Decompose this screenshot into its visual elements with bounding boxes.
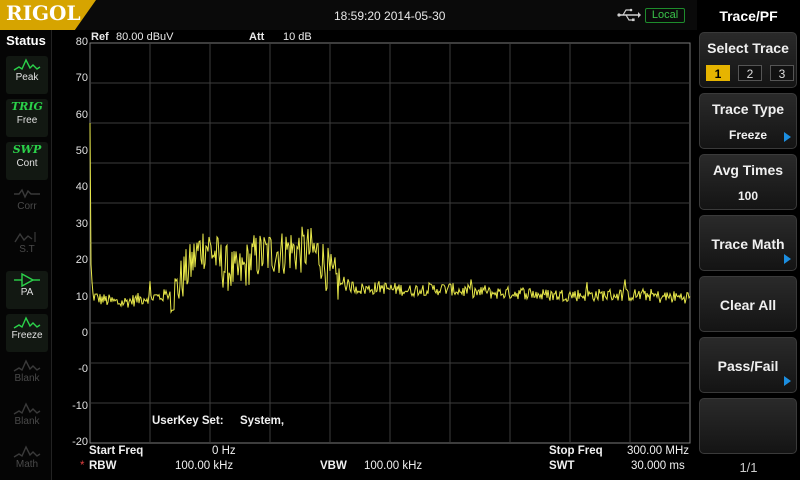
ref-value: 80.00 dBuV [116, 31, 174, 43]
status-corr-label: Corr [17, 201, 37, 212]
ref-label: Ref [91, 31, 109, 43]
pass-fail-label: Pass/Fail [717, 358, 779, 374]
status-panel: Status Peak TRIG Free SWP Cont Corr S.T [0, 30, 52, 480]
status-corr[interactable]: Corr [6, 185, 48, 223]
y-tick-label: 40 [75, 181, 88, 194]
avg-times-value: 100 [737, 189, 759, 203]
swt-label: SWT [549, 460, 575, 472]
clear-all-label: Clear All [719, 297, 777, 313]
status-pa[interactable]: PA [6, 271, 48, 309]
page-indicator: 1/1 [739, 460, 758, 475]
usb-icon [617, 8, 641, 22]
rbw-value[interactable]: 100.00 kHz [175, 460, 233, 472]
userkey-value: System, [240, 415, 285, 427]
trace-type-label: Trace Type [711, 101, 785, 117]
local-status-badge[interactable]: Local [645, 8, 685, 23]
att-value: 10 dB [283, 31, 312, 43]
trace-math-label: Trace Math [711, 236, 785, 252]
status-math[interactable]: Math [6, 443, 48, 480]
stop-freq-value[interactable]: 300.00 MHz [627, 445, 689, 457]
y-tick-label: 10 [75, 290, 88, 303]
status-swp[interactable]: SWP Cont [6, 142, 48, 180]
clear-all-button[interactable]: Clear All [699, 276, 797, 332]
status-blank-1-label: Blank [14, 373, 40, 384]
status-blank-2[interactable]: Blank [6, 400, 48, 438]
status-freeze-label: Freeze [11, 330, 43, 341]
status-swp-top: SWP [12, 143, 42, 156]
status-blank-2-label: Blank [14, 416, 40, 427]
peak-icon [13, 58, 41, 71]
softkey-menu: Trace/PF Select Trace 1 2 3 Trace Type F… [697, 0, 800, 480]
pass-fail-button[interactable]: Pass/Fail [699, 337, 797, 393]
spectrum-plot [89, 42, 691, 444]
trace-type-button[interactable]: Trace Type Freeze [699, 93, 797, 149]
corr-icon [14, 188, 40, 199]
menu-title: Trace/PF [719, 8, 778, 24]
submenu-arrow-icon [784, 132, 791, 142]
brand-logo-text: RIGOL [6, 1, 81, 25]
submenu-arrow-icon [784, 376, 791, 386]
math-icon [13, 445, 41, 458]
spectrum-display: Ref 80.00 dBuV Att 10 dB 80 70 60 50 40 30 20 1… [52, 30, 697, 480]
avg-times-label: Avg Times [712, 162, 784, 178]
st-icon [14, 232, 36, 243]
brand-logo: RIGOL [0, 0, 96, 30]
trace-type-value: Freeze [728, 128, 768, 142]
status-peak-label: Peak [15, 72, 39, 83]
start-freq-value[interactable]: 0 Hz [212, 445, 236, 457]
status-pa-label: PA [20, 287, 34, 298]
status-trig-label: Free [16, 115, 38, 126]
status-st[interactable]: S.T [6, 228, 48, 266]
trace-3-option[interactable]: 3 [770, 65, 794, 81]
userkey-label: UserKey Set: [152, 415, 224, 427]
status-trig[interactable]: TRIG Free [6, 99, 48, 137]
y-tick-label: 50 [75, 145, 88, 158]
trace-1-option[interactable]: 1 [706, 65, 730, 81]
y-tick-label: 70 [75, 72, 88, 85]
vbw-label: VBW [320, 460, 347, 472]
rbw-marker: * [80, 460, 85, 472]
rbw-label: RBW [89, 460, 117, 472]
swt-value[interactable]: 30.000 ms [631, 460, 685, 472]
vbw-value[interactable]: 100.00 kHz [364, 460, 422, 472]
empty-softkey[interactable] [699, 398, 797, 454]
trace-math-button[interactable]: Trace Math [699, 215, 797, 271]
status-freeze[interactable]: Freeze [6, 314, 48, 352]
y-tick-label: 0 [81, 326, 88, 339]
y-tick-label: -0 [78, 363, 88, 376]
y-tick-label: -20 [72, 436, 88, 448]
avg-times-button[interactable]: Avg Times 100 [699, 154, 797, 210]
status-blank-1[interactable]: Blank [6, 357, 48, 395]
blank-icon [13, 359, 41, 372]
select-trace-label: Select Trace [707, 40, 789, 56]
status-title: Status [6, 33, 46, 48]
select-trace-button[interactable]: Select Trace 1 2 3 [699, 32, 797, 88]
status-st-label: S.T [19, 244, 35, 255]
blank-icon [13, 402, 41, 415]
y-tick-label: 60 [75, 108, 88, 121]
pa-icon [14, 273, 40, 287]
trace-2-option[interactable]: 2 [738, 65, 762, 81]
submenu-arrow-icon [784, 254, 791, 264]
start-freq-label: Start Freq [89, 445, 144, 457]
y-tick-label: 80 [75, 36, 88, 48]
status-swp-label: Cont [16, 158, 38, 169]
status-math-label: Math [15, 459, 39, 470]
att-label: Att [249, 31, 265, 43]
freeze-icon [13, 316, 41, 329]
y-tick-label: -10 [72, 399, 88, 412]
datetime: 18:59:20 2014-05-30 [334, 9, 446, 23]
top-bar: RIGOL 18:59:20 2014-05-30 Local [0, 0, 697, 30]
status-trig-top: TRIG [11, 100, 43, 113]
stop-freq-label: Stop Freq [549, 445, 603, 457]
y-tick-label: 20 [75, 254, 88, 267]
status-peak[interactable]: Peak [6, 56, 48, 94]
y-tick-label: 30 [75, 217, 88, 230]
